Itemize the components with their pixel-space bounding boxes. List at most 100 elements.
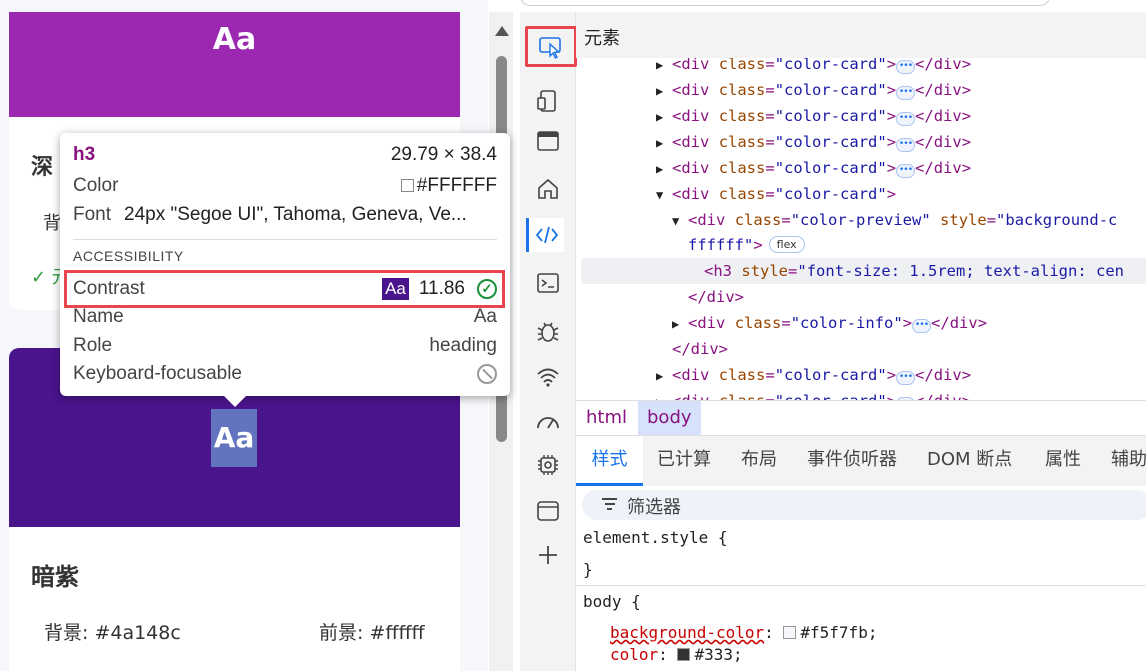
collapsed-ellipsis-icon[interactable]: ••• bbox=[896, 164, 916, 178]
collapsed-ellipsis-icon[interactable]: ••• bbox=[896, 138, 916, 152]
bug-icon bbox=[537, 322, 559, 342]
color-card-title: 暗紫 bbox=[31, 563, 79, 591]
tooltip-role-row: Role heading bbox=[73, 334, 497, 358]
device-icon bbox=[537, 90, 556, 112]
flex-badge[interactable]: flex bbox=[768, 236, 805, 253]
tab-layout[interactable]: 布局 bbox=[741, 436, 777, 484]
sources-tab-button[interactable] bbox=[529, 314, 567, 348]
collapsed-ellipsis-icon[interactable]: ••• bbox=[896, 371, 916, 385]
dom-node-selected[interactable]: <h3 style="font-size: 1.5rem; text-align… bbox=[704, 258, 1124, 284]
console-tab-button[interactable] bbox=[529, 266, 567, 300]
dom-node[interactable]: ▶<div class="color-card">•••</div> bbox=[656, 362, 971, 388]
elements-tab-button[interactable] bbox=[526, 218, 564, 252]
collapsed-ellipsis-icon[interactable]: ••• bbox=[912, 319, 932, 333]
tooltip-contrast-value-wrap: Aa 11.86 ✓ bbox=[382, 278, 497, 300]
tooltip-color-label: Color bbox=[73, 175, 119, 196]
css-property-value[interactable]: #f5f7fb; bbox=[800, 623, 877, 642]
dom-node[interactable]: ▶<div class="color-card">•••</div> bbox=[656, 388, 971, 400]
expand-arrow-icon[interactable]: ▶ bbox=[656, 156, 672, 182]
color-swatch-icon[interactable] bbox=[783, 626, 797, 639]
dom-node[interactable]: ▶<div class="color-card">•••</div> bbox=[656, 155, 971, 181]
filter-input[interactable]: 筛选器 bbox=[582, 490, 1146, 520]
rule-divider bbox=[576, 585, 1146, 586]
color-card-bg-label: 背 bbox=[43, 213, 61, 234]
filter-placeholder: 筛选器 bbox=[627, 497, 681, 518]
more-tools-button[interactable] bbox=[529, 538, 567, 572]
memory-tab-button[interactable] bbox=[529, 448, 567, 482]
breadcrumb-html[interactable]: html bbox=[577, 401, 636, 435]
window-icon bbox=[537, 131, 559, 151]
dom-node-expanded[interactable]: ▼ <div class="color-preview" style="backg… bbox=[672, 207, 1117, 233]
styles-tab-bar: 样式 已计算 布局 事件侦听器 DOM 断点 属性 辅助 bbox=[576, 436, 1146, 486]
css-rules: element.style { } body { background-colo… bbox=[576, 526, 1146, 671]
dom-node[interactable]: ▶<div class="color-card">•••</div> bbox=[656, 103, 971, 129]
tooltip-size: 29.79 × 38.4 bbox=[390, 144, 497, 165]
collapsed-ellipsis-icon[interactable]: ••• bbox=[896, 86, 916, 100]
tab-accessibility[interactable]: 辅助 bbox=[1111, 436, 1146, 484]
element-style-selector[interactable]: element.style { bbox=[583, 528, 728, 547]
color-swatch-icon[interactable] bbox=[677, 648, 691, 661]
tooltip-tag: h3 bbox=[73, 144, 96, 165]
network-tab-button[interactable] bbox=[529, 360, 567, 394]
performance-tab-button[interactable] bbox=[529, 406, 567, 440]
chip-icon bbox=[538, 455, 558, 475]
browser-frame-edge bbox=[520, 0, 1050, 6]
tooltip-font-label: Font bbox=[73, 204, 112, 225]
dom-tree: ▶ <div class="color-card"> ••• </div> ▶ <div… bbox=[576, 58, 1146, 400]
dom-node-continuation: ffffff"> flex bbox=[688, 232, 805, 258]
dom-node[interactable]: ▶ <div class="color-info"> ••• </div> bbox=[672, 310, 987, 336]
expand-arrow-icon[interactable]: ▶ bbox=[656, 389, 672, 400]
devtools-panel: 元素 ▶ <div class="color-card"> ••• </div> ▶ <… bbox=[520, 12, 1146, 671]
css-property-name[interactable]: color bbox=[610, 645, 658, 664]
tooltip-contrast-value: 11.86 bbox=[418, 278, 465, 299]
css-property-value[interactable]: #333; bbox=[694, 645, 742, 664]
dom-node[interactable]: ▶<div class="color-card">•••</div> bbox=[656, 129, 971, 155]
breadcrumb: html body bbox=[576, 400, 1146, 436]
application-tab-button[interactable] bbox=[529, 494, 567, 528]
tab-computed[interactable]: 已计算 bbox=[657, 436, 711, 484]
elements-panel-header: 元素 bbox=[576, 12, 1146, 58]
tab-event-listeners[interactable]: 事件侦听器 bbox=[807, 436, 897, 484]
highlighted-h3-heading[interactable]: Aa bbox=[211, 409, 257, 467]
wifi-icon bbox=[537, 368, 559, 387]
dom-node[interactable]: ▶<div class="color-card">•••</div> bbox=[656, 77, 971, 103]
device-emulation-button[interactable] bbox=[529, 84, 567, 118]
tab-styles[interactable]: 样式 bbox=[576, 436, 643, 486]
css-declaration-background[interactable]: background-color: #f5f7fb; bbox=[610, 623, 877, 642]
expand-arrow-icon[interactable]: ▶ bbox=[656, 104, 672, 130]
collapsed-ellipsis-icon[interactable]: ••• bbox=[896, 60, 916, 74]
collapse-arrow-icon[interactable]: ▼ bbox=[672, 208, 688, 234]
collapsed-ellipsis-icon[interactable]: ••• bbox=[896, 112, 916, 126]
tooltip-contrast-label: Contrast bbox=[73, 278, 145, 299]
dom-node[interactable]: ▶<div class="color-card">•••</div> bbox=[656, 58, 971, 77]
dock-button[interactable] bbox=[529, 124, 567, 158]
expand-arrow-icon[interactable]: ▶ bbox=[656, 130, 672, 156]
color-card-fg-value: 前景: #ffffff bbox=[319, 622, 425, 644]
collapse-arrow-icon[interactable]: ▼ bbox=[656, 182, 672, 208]
color-swatch-icon bbox=[400, 179, 414, 192]
css-property-name[interactable]: background-color bbox=[610, 623, 764, 642]
dom-close-tag: </div> bbox=[672, 340, 729, 358]
console-icon bbox=[537, 273, 559, 293]
check-circle-icon: ✓ bbox=[477, 279, 497, 299]
dom-node-expanded[interactable]: ▼ <div class="color-card"> bbox=[656, 181, 896, 207]
welcome-tab-button[interactable] bbox=[529, 172, 567, 206]
breadcrumb-body[interactable]: body bbox=[638, 401, 701, 435]
rule-close-brace: } bbox=[583, 560, 593, 579]
preview-heading: Aa bbox=[212, 22, 257, 57]
expand-arrow-icon[interactable]: ▶ bbox=[672, 311, 688, 337]
inspect-element-button[interactable] bbox=[525, 26, 577, 67]
body-rule-selector[interactable]: body { bbox=[583, 592, 641, 611]
filter-icon bbox=[602, 498, 617, 513]
expand-arrow-icon[interactable]: ▶ bbox=[656, 363, 672, 389]
contrast-sample-chip: Aa bbox=[382, 278, 409, 300]
tab-properties[interactable]: 属性 bbox=[1045, 436, 1081, 484]
dom-close-tag: </div> bbox=[688, 288, 745, 306]
scroll-up-arrow-icon[interactable] bbox=[495, 26, 509, 36]
expand-arrow-icon[interactable]: ▶ bbox=[656, 58, 672, 78]
expand-arrow-icon[interactable]: ▶ bbox=[656, 78, 672, 104]
color-card-bg-value: 背景: #4a148c bbox=[44, 622, 181, 644]
color-card-preview-purple: Aa bbox=[9, 12, 460, 117]
css-declaration-color[interactable]: color: #333; bbox=[610, 645, 743, 664]
tab-dom-breakpoints[interactable]: DOM 断点 bbox=[927, 436, 1012, 484]
